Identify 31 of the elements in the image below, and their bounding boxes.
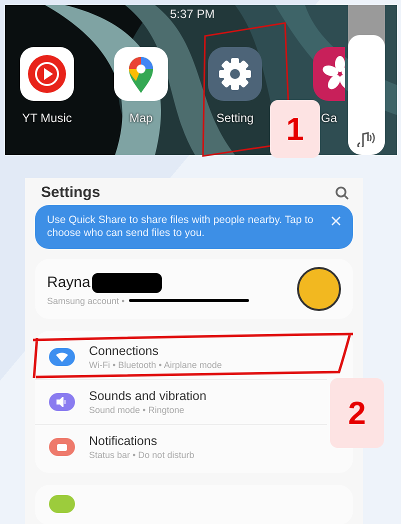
step-number: 2 (330, 378, 384, 448)
item-title: Connections (89, 344, 160, 358)
account-card[interactable]: Rayna Samsung account • (35, 259, 353, 319)
redaction-mark (92, 272, 162, 292)
settings-item[interactable]: Connections Wi-Fi • Bluetooth • Airplane mode (35, 335, 327, 380)
app-label[interactable]: Ga (320, 111, 337, 125)
settings-title: Settings (41, 184, 100, 201)
app-label[interactable]: YT Music (22, 111, 72, 125)
map-pin-app-icon[interactable] (114, 47, 168, 101)
settings-item[interactable]: Notifications Status bar • Do not disturb (35, 425, 327, 469)
flower-app-icon[interactable] (313, 47, 345, 101)
step-number: 1 (270, 100, 320, 158)
music-app-icon[interactable] (20, 47, 74, 101)
item-subtitle: Wi-Fi • Bluetooth • Airplane mode (89, 360, 222, 370)
banner-text: Use Quick Share to share files with people nearby. Tap to choose who can send files to you. (47, 214, 314, 240)
item-subtitle: Sound mode • Ringtone (89, 405, 186, 415)
item-title: Sounds and vibration (89, 389, 206, 403)
music-note-icon (357, 129, 377, 147)
item-title: Notifications (89, 434, 158, 448)
gear-app-icon[interactable] (208, 47, 262, 101)
avatar (297, 267, 341, 311)
close-icon[interactable] (331, 216, 341, 226)
settings-item[interactable]: Sounds and vibration Sound mode • Ringtone (35, 380, 327, 425)
account-subtitle: Samsung account • (47, 296, 125, 306)
item-subtitle: Status bar • Do not disturb (89, 450, 194, 460)
account-name: Rayna (47, 274, 90, 291)
display-icon (49, 495, 75, 513)
search-icon[interactable] (335, 186, 349, 200)
app-label[interactable]: Setting (216, 111, 254, 125)
status-time: 5:37 PM (170, 7, 215, 21)
volume-slider[interactable] (348, 5, 385, 155)
